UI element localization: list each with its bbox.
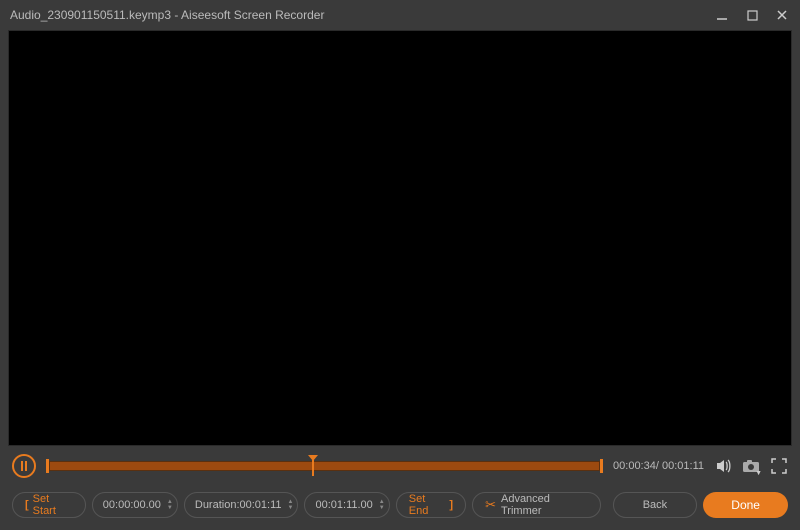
- video-preview-area[interactable]: [8, 30, 792, 446]
- snapshot-icon[interactable]: ▼: [742, 457, 760, 475]
- filename-text: Audio_230901150511.keymp3: [10, 8, 171, 22]
- start-time-value: 00:00:00.00: [103, 499, 161, 511]
- total-time: 00:01:11: [662, 460, 704, 472]
- start-step-down-icon[interactable]: ▼: [167, 505, 173, 511]
- pause-button[interactable]: [12, 454, 36, 478]
- set-start-button[interactable]: Set Start: [12, 492, 86, 518]
- trim-controls: Set Start 00:00:00.00 ▲ ▼ Duration:00:01…: [0, 486, 800, 530]
- duration-step-down-icon[interactable]: ▼: [288, 505, 294, 511]
- done-button[interactable]: Done: [703, 492, 788, 518]
- done-label: Done: [731, 498, 760, 512]
- progress-slider[interactable]: [46, 459, 603, 473]
- minimize-button[interactable]: [714, 7, 730, 23]
- time-display: 00:00:34/ 00:01:11: [613, 460, 704, 472]
- set-end-label: Set End: [409, 493, 446, 517]
- set-start-label: Set Start: [33, 493, 73, 517]
- end-time-value: 00:01:11.00: [315, 499, 372, 511]
- duration-field[interactable]: Duration:00:01:11 ▲ ▼: [184, 492, 299, 518]
- start-time-field[interactable]: 00:00:00.00 ▲ ▼: [92, 492, 178, 518]
- duration-label: Duration:: [195, 499, 240, 511]
- advanced-trimmer-button[interactable]: ✂ Advanced Trimmer: [472, 492, 601, 518]
- playback-bar: 00:00:34/ 00:01:11 ▼: [0, 446, 800, 486]
- scissors-icon: ✂: [485, 497, 496, 513]
- back-button[interactable]: Back: [613, 492, 698, 518]
- back-label: Back: [643, 499, 667, 511]
- title-bar: Audio_230901150511.keymp3 - Aiseesoft Sc…: [0, 0, 800, 30]
- volume-icon[interactable]: [714, 457, 732, 475]
- set-end-button[interactable]: Set End: [396, 492, 466, 518]
- duration-value: 00:01:11: [240, 499, 282, 511]
- advanced-trimmer-label: Advanced Trimmer: [501, 493, 588, 517]
- close-button[interactable]: [774, 7, 790, 23]
- appname-text: Aiseesoft Screen Recorder: [181, 8, 324, 22]
- end-time-field[interactable]: 00:01:11.00 ▲ ▼: [304, 492, 389, 518]
- title-separator: -: [171, 8, 181, 22]
- window-controls: [714, 7, 790, 23]
- progress-handle[interactable]: [313, 455, 314, 477]
- snapshot-dropdown-icon[interactable]: ▼: [755, 470, 762, 477]
- window-title: Audio_230901150511.keymp3 - Aiseesoft Sc…: [10, 8, 714, 22]
- current-time: 00:00:34: [613, 460, 656, 472]
- maximize-button[interactable]: [744, 7, 760, 23]
- end-step-down-icon[interactable]: ▼: [379, 505, 385, 511]
- fullscreen-icon[interactable]: [770, 457, 788, 475]
